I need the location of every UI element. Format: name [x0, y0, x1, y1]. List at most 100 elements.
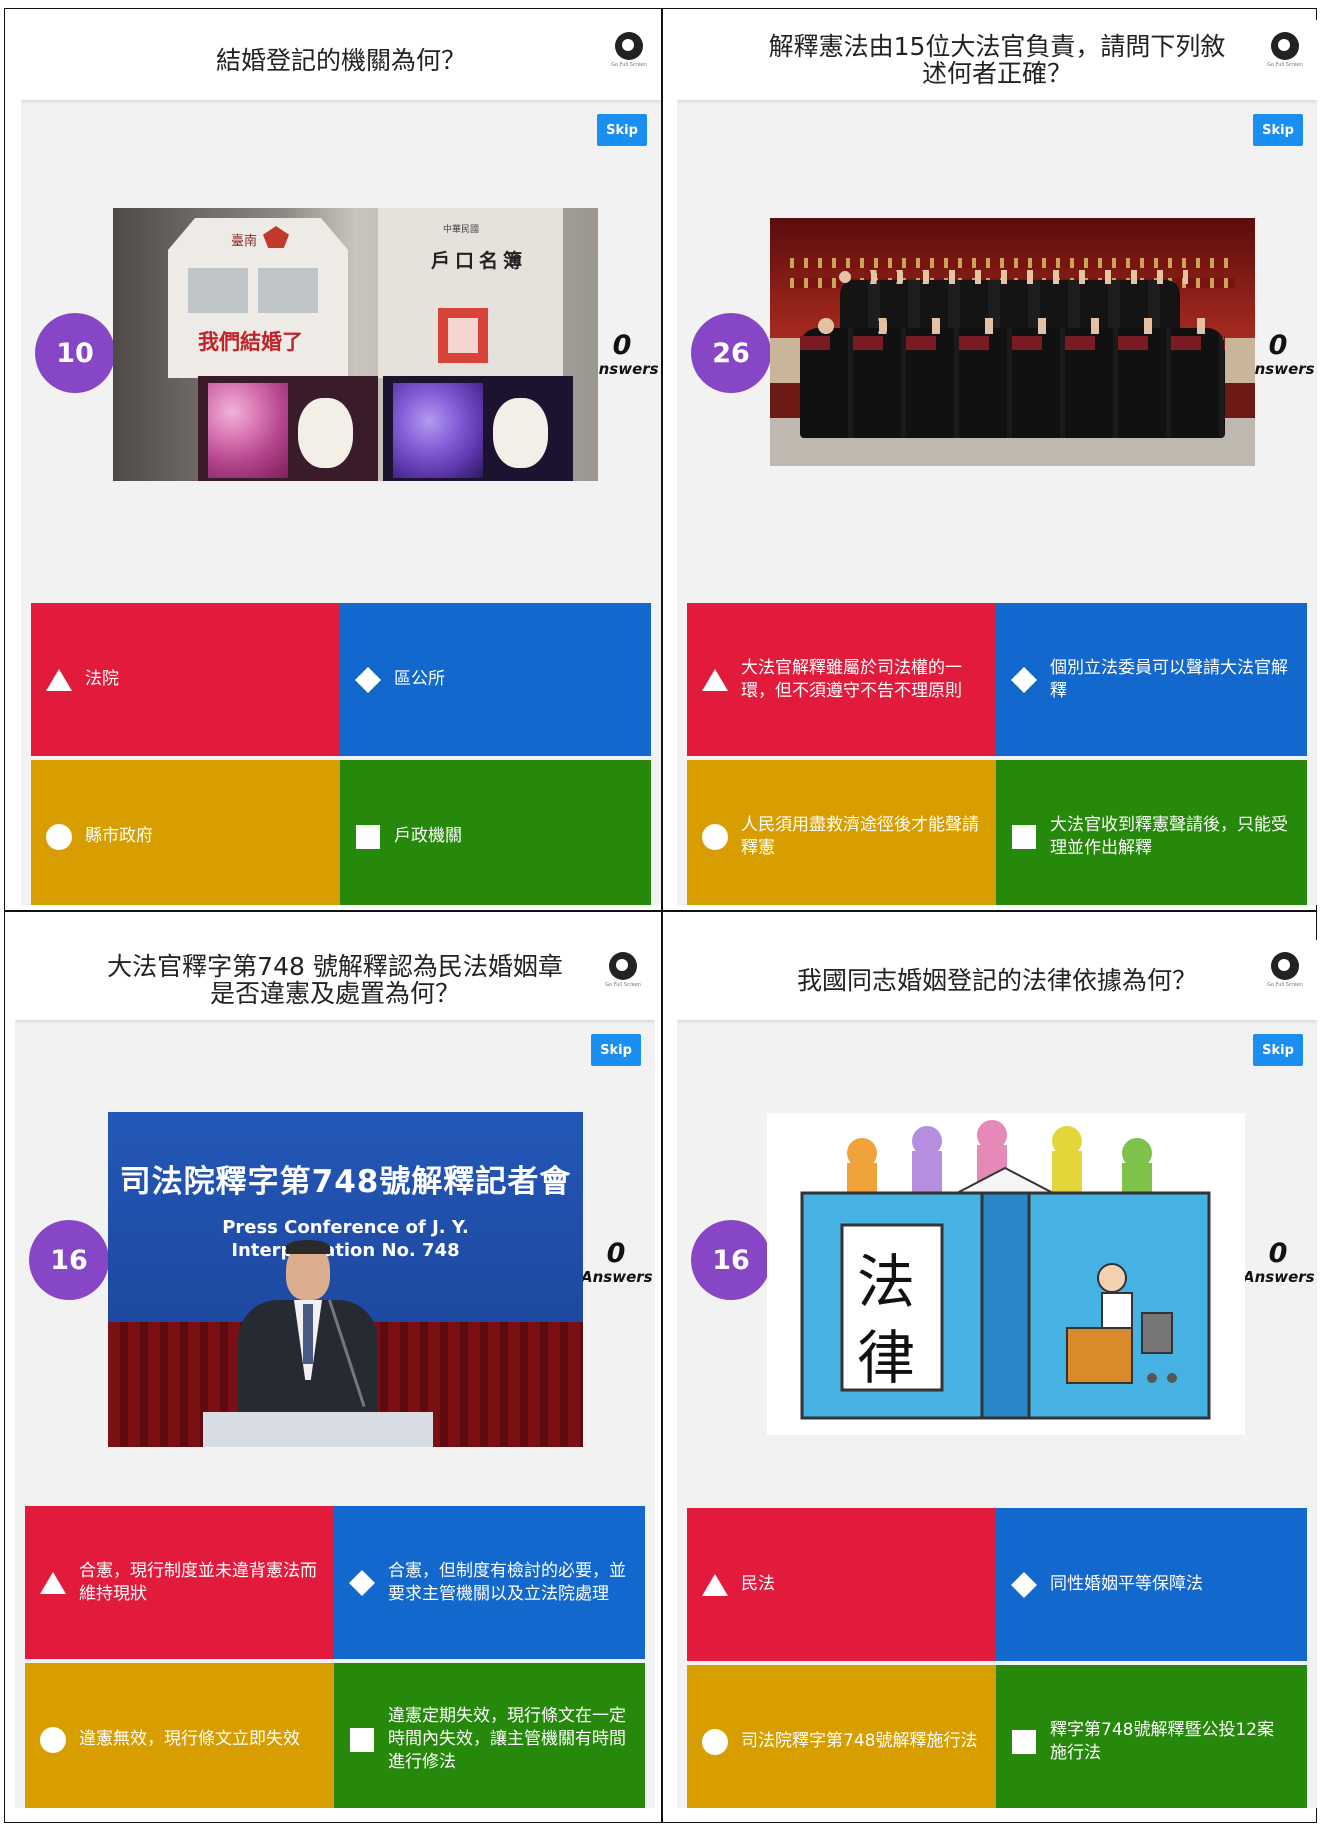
question-text: 我國同志婚姻登記的法律依據為何？ — [796, 965, 1197, 995]
question-stage: Skip 16 0 Answers 法 律 民法 同性婚姻平等保障法 司法院釋字… — [677, 1020, 1317, 1808]
question-header: 大法官釋字第748 號解釋認為民法婚姻章是否違憲及處置為何？ Go Full S… — [15, 940, 655, 1020]
triangle-icon — [702, 668, 728, 691]
answer-option-1[interactable]: 法院 — [31, 603, 342, 756]
answer-option-4[interactable]: 大法官收到釋憲聲請後，只能受理並作出解釋 — [996, 760, 1307, 905]
fullscreen-label: Go Full Screen — [611, 62, 647, 68]
answer-option-4-label: 釋字第748號解釋暨公投12案施行法 — [1050, 1719, 1275, 1763]
answer-option-4-label: 違憲定期失效，現行條文在一定時間內失效，讓主管機關有時間進行修法 — [388, 1706, 626, 1772]
answer-option-2-label: 合憲，但制度有檢討的必要，並要求主管機關以及立法院處理 — [388, 1560, 626, 1604]
question-stage: Skip 16 0 Answers 司法院釋字第748號解釋記者會 Press … — [15, 1020, 655, 1808]
diamond-icon — [1011, 1571, 1037, 1598]
fullscreen-label: Go Full Screen — [1267, 62, 1303, 68]
answer-option-2[interactable]: 合憲，但制度有檢討的必要，並要求主管機關以及立法院處理 — [334, 1506, 645, 1659]
justices-group-photo-icon — [770, 218, 1255, 466]
answer-option-3-label: 司法院釋字第748號解釋施行法 — [741, 1731, 978, 1751]
city-logo-text: 臺南 — [231, 234, 258, 249]
question-stage: Skip 26 0 Answers 大法官解釋雖屬於司法權的一環，但不須遵守不告… — [677, 100, 1317, 905]
answer-option-1-label: 民法 — [741, 1574, 775, 1594]
answer-options: 大法官解釋雖屬於司法權的一環，但不須遵守不告不理原則 個別立法委員可以聲請大法官… — [687, 603, 1307, 905]
answer-option-3-label: 違憲無效，現行條文立即失效 — [79, 1729, 300, 1749]
fullscreen-button[interactable]: Go Full Screen — [1265, 32, 1305, 68]
answer-option-4[interactable]: 戶政機關 — [340, 760, 651, 905]
question-text: 結婚登記的機關為何？ — [215, 45, 466, 75]
countdown-timer: 16 — [29, 1220, 109, 1300]
skip-button[interactable]: Skip — [597, 114, 647, 146]
fullscreen-button[interactable]: Go Full Screen — [1265, 952, 1305, 988]
answer-option-3[interactable]: 司法院釋字第748號解釋施行法 — [687, 1665, 998, 1808]
answer-options: 合憲，現行制度並未違背憲法而維持現狀 合憲，但制度有檢討的必要，並要求主管機關以… — [25, 1506, 645, 1808]
answer-option-4-label: 大法官收到釋憲聲請後，只能受理並作出解釋 — [1050, 814, 1288, 858]
question-header: 結婚登記的機關為何？ Go Full Screen — [21, 20, 661, 100]
square-icon — [356, 824, 380, 849]
answer-option-1[interactable]: 大法官解釋雖屬於司法權的一環，但不須遵守不告不理原則 — [687, 603, 998, 756]
circle-icon — [40, 1726, 66, 1753]
circle-icon — [46, 823, 72, 850]
square-icon — [1012, 1729, 1036, 1754]
quiz-panel-1: 結婚登記的機關為何？ Go Full Screen Skip 10 0 Answ… — [21, 20, 661, 905]
wedding-gift-photo-icon: 臺南 我們結婚了 中華民國 戶口名簿 — [113, 208, 598, 481]
answers-label: Answers — [581, 1268, 653, 1286]
fullscreen-label: Go Full Screen — [605, 982, 641, 988]
question-image — [770, 218, 1255, 466]
answer-option-3[interactable]: 縣市政府 — [31, 760, 342, 905]
question-header: 我國同志婚姻登記的法律依據為何？ Go Full Screen — [677, 940, 1317, 1020]
answer-option-2[interactable]: 同性婚姻平等保障法 — [996, 1508, 1307, 1661]
answer-option-2-label: 區公所 — [394, 669, 445, 689]
answer-option-2-label: 同性婚姻平等保障法 — [1050, 1574, 1203, 1594]
square-icon — [1012, 824, 1036, 849]
fullscreen-button[interactable]: Go Full Screen — [603, 952, 643, 988]
answer-option-3[interactable]: 人民須用盡救濟途徑後才能聲請釋憲 — [687, 760, 998, 905]
question-stage: Skip 10 0 Answers 臺南 我們結婚了 中華民國 戶口名簿 法院 … — [21, 100, 661, 905]
question-image: 司法院釋字第748號解釋記者會 Press Conference of J. Y… — [108, 1112, 583, 1447]
book-title-text: 戶口名簿 — [431, 250, 528, 272]
answer-option-2[interactable]: 區公所 — [340, 603, 651, 756]
book-top-text: 中華民國 — [443, 225, 480, 235]
question-image: 法 律 — [767, 1113, 1245, 1435]
fullscreen-icon — [609, 952, 637, 980]
banner-english-line-2: Interpretation No. 748 — [231, 1240, 460, 1261]
grid-divider-horizontal — [4, 910, 1317, 912]
skip-button[interactable]: Skip — [591, 1034, 641, 1066]
answer-option-2-label: 個別立法委員可以聲請大法官解釋 — [1050, 657, 1288, 701]
triangle-icon — [702, 1573, 728, 1596]
answer-option-2[interactable]: 個別立法委員可以聲請大法官解釋 — [996, 603, 1307, 756]
answers-label: Answers — [1243, 1268, 1315, 1286]
fullscreen-icon — [1271, 32, 1299, 60]
answer-options: 法院 區公所 縣市政府 戶政機關 — [31, 603, 651, 905]
answer-option-1[interactable]: 民法 — [687, 1508, 998, 1661]
diamond-icon — [349, 1569, 375, 1596]
question-text: 解釋憲法由15位大法官負責，請問下列敘述何者正確？ — [768, 32, 1226, 88]
countdown-timer: 26 — [691, 313, 771, 393]
book-char-2: 律 — [857, 1324, 916, 1392]
answer-option-3[interactable]: 違憲無效，現行條文立即失效 — [25, 1663, 336, 1808]
grid-divider-vertical — [661, 8, 663, 1823]
answer-options: 民法 同性婚姻平等保障法 司法院釋字第748號解釋施行法 釋字第748號解釋暨公… — [687, 1508, 1307, 1808]
skip-button[interactable]: Skip — [1253, 1034, 1303, 1066]
answers-counter: 0 Answers — [1243, 1238, 1315, 1287]
answers-counter: 0 Answers — [581, 1238, 653, 1287]
diamond-icon — [355, 666, 381, 693]
question-image: 臺南 我們結婚了 中華民國 戶口名簿 — [113, 208, 598, 481]
countdown-timer: 16 — [691, 1220, 771, 1300]
quiz-panel-2: 解釋憲法由15位大法官負責，請問下列敘述何者正確？ Go Full Screen… — [677, 20, 1317, 905]
answers-count: 0 — [606, 1238, 626, 1269]
triangle-icon — [40, 1571, 66, 1594]
answer-option-3-label: 人民須用盡救濟途徑後才能聲請釋憲 — [741, 814, 979, 858]
law-book-illustration-icon: 法 律 — [767, 1113, 1245, 1435]
triangle-icon — [46, 668, 72, 691]
skip-button[interactable]: Skip — [1253, 114, 1303, 146]
answer-option-1-label: 法院 — [85, 669, 119, 689]
answer-option-1[interactable]: 合憲，現行制度並未違背憲法而維持現狀 — [25, 1506, 336, 1659]
fullscreen-icon — [1271, 952, 1299, 980]
answers-count: 0 — [1268, 1238, 1288, 1269]
press-conference-photo-icon: 司法院釋字第748號解釋記者會 Press Conference of J. Y… — [108, 1112, 583, 1447]
fullscreen-button[interactable]: Go Full Screen — [609, 32, 649, 68]
answer-option-4[interactable]: 釋字第748號解釋暨公投12案施行法 — [996, 1665, 1307, 1808]
circle-icon — [702, 823, 728, 850]
countdown-timer: 10 — [35, 313, 115, 393]
answer-option-3-label: 縣市政府 — [85, 826, 153, 846]
fullscreen-label: Go Full Screen — [1267, 982, 1303, 988]
answer-option-1-label: 大法官解釋雖屬於司法權的一環，但不須遵守不告不理原則 — [741, 657, 962, 701]
answer-option-4[interactable]: 違憲定期失效，現行條文在一定時間內失效，讓主管機關有時間進行修法 — [334, 1663, 645, 1808]
question-text: 大法官釋字第748 號解釋認為民法婚姻章是否違憲及處置為何？ — [107, 952, 563, 1008]
